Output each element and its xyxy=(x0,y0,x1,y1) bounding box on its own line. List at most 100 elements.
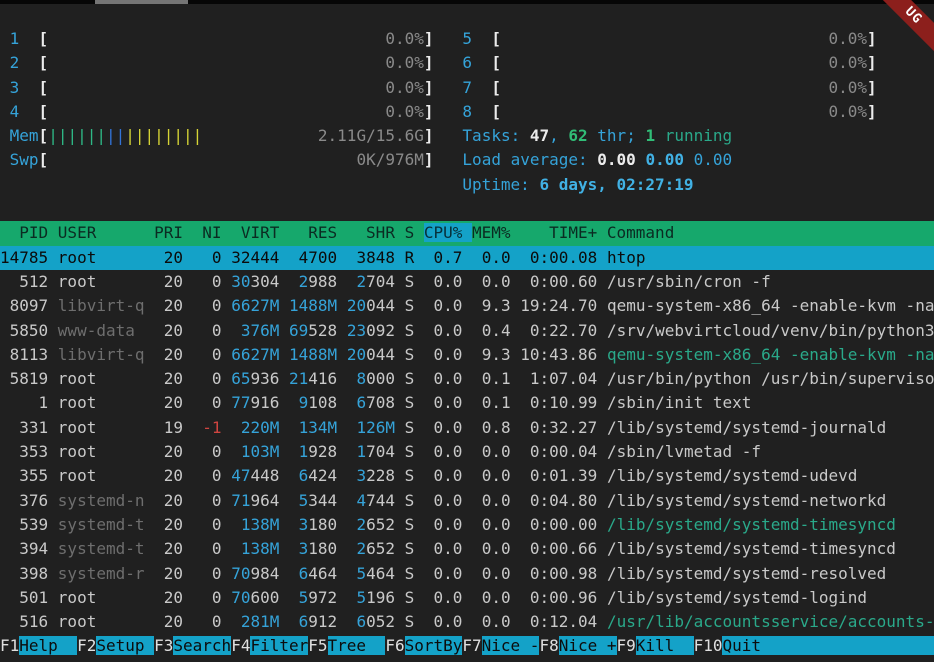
cpu6-label: 6 xyxy=(462,53,472,72)
mem-lo: 964 xyxy=(250,491,279,510)
process-row-8097[interactable]: 8097 libvirt-q 20 0 6627M 1488M 20044 S … xyxy=(0,294,934,318)
fkey-label-kill[interactable]: Kill xyxy=(636,636,694,655)
col-Command[interactable]: Command xyxy=(607,223,674,242)
fkey-label-setup[interactable]: Setup xyxy=(96,636,154,655)
cpu4-label: 4 xyxy=(10,102,20,121)
mem-pct: 0.0 xyxy=(472,442,520,461)
nice: -1 xyxy=(193,418,232,437)
fkey-label-nice-[interactable]: Nice + xyxy=(559,636,617,655)
col-NI[interactable]: NI xyxy=(193,223,232,242)
mem-value: 2.11G/15.6G xyxy=(202,126,424,145)
text xyxy=(279,393,289,412)
cpu1-value: 0.0% xyxy=(48,29,424,48)
pid: 14785 xyxy=(0,248,58,267)
text xyxy=(337,272,347,291)
fkey-label-tree[interactable]: Tree xyxy=(328,636,386,655)
mem-hi: 3 xyxy=(289,515,308,534)
pid: 501 xyxy=(0,588,58,607)
user: root xyxy=(58,248,154,267)
col-SHR[interactable]: SHR xyxy=(347,223,405,242)
process-row-355[interactable]: 355 root 20 0 47448 6424 3228 S 0.0 0.0 … xyxy=(0,464,934,488)
meter-bracket: ] xyxy=(424,150,434,169)
time: 0:10.99 xyxy=(520,393,607,412)
col-MEM[interactable]: MEM% xyxy=(472,223,520,242)
col-PRI[interactable]: PRI xyxy=(154,223,193,242)
fkey-label-search[interactable]: Search xyxy=(173,636,231,655)
col-PID[interactable]: PID xyxy=(0,223,58,242)
text xyxy=(434,53,463,72)
cpu-pct: 0.0 xyxy=(424,272,472,291)
mem-bar-blue: || xyxy=(106,126,125,145)
process-row-516[interactable]: 516 root 20 0 281M 6912 6052 S 0.0 0.0 0… xyxy=(0,610,934,634)
pri: 20 xyxy=(154,612,193,631)
fkey-f3[interactable]: F3 xyxy=(154,636,173,655)
cpu3-value: 0.0% xyxy=(48,78,424,97)
fkey-f10[interactable]: F10 xyxy=(694,636,723,655)
mem-hi: 5 xyxy=(289,588,308,607)
fkey-f7[interactable]: F7 xyxy=(462,636,481,655)
nice: 0 xyxy=(193,612,232,631)
col-CPU[interactable]: CPU% xyxy=(424,223,472,242)
process-row-539[interactable]: 539 systemd-t 20 0 138M 3180 2652 S 0.0 … xyxy=(0,513,934,537)
fkey-label-help[interactable]: Help xyxy=(19,636,77,655)
process-row-376[interactable]: 376 systemd-n 20 0 71964 5344 4744 S 0.0… xyxy=(0,489,934,513)
process-row-5819[interactable]: 5819 root 20 0 65936 21416 8000 S 0.0 0.… xyxy=(0,367,934,391)
col-USER[interactable]: USER xyxy=(58,223,154,242)
process-row-1[interactable]: 1 root 20 0 77916 9108 6708 S 0.0 0.1 0:… xyxy=(0,391,934,415)
process-row-394[interactable]: 394 systemd-t 20 0 138M 3180 2652 S 0.0 … xyxy=(0,537,934,561)
time: 19:24.70 xyxy=(520,296,607,315)
pid: 353 xyxy=(0,442,58,461)
command: htop xyxy=(607,248,646,267)
fkey-f5[interactable]: F5 xyxy=(308,636,327,655)
text xyxy=(0,102,10,121)
fkey-label-sortby[interactable]: SortBy xyxy=(405,636,463,655)
mem-hi: 3 xyxy=(289,539,308,558)
text xyxy=(337,369,347,388)
process-row-512[interactable]: 512 root 20 0 30304 2988 2704 S 0.0 0.0 … xyxy=(0,270,934,294)
pri: 19 xyxy=(154,418,193,437)
text xyxy=(472,102,491,121)
text xyxy=(279,515,289,534)
mem-hi: 6 xyxy=(289,564,308,583)
mem-lo: 092 xyxy=(366,321,395,340)
nice: 0 xyxy=(193,491,232,510)
fkey-f6[interactable]: F6 xyxy=(385,636,404,655)
nice: 0 xyxy=(193,539,232,558)
process-row-353[interactable]: 353 root 20 0 103M 1928 1704 S 0.0 0.0 0… xyxy=(0,440,934,464)
process-row-331[interactable]: 331 root 19 -1 220M 134M 126M S 0.0 0.8 … xyxy=(0,416,934,440)
table-header-row[interactable]: PID USER PRI NI VIRT RES SHR S CPU% MEM%… xyxy=(0,221,934,245)
fkey-f8[interactable]: F8 xyxy=(539,636,558,655)
meter-bracket: [ xyxy=(491,53,501,72)
fkey-f2[interactable]: F2 xyxy=(77,636,96,655)
state: R xyxy=(405,248,424,267)
mem-lo: 912 xyxy=(308,612,337,631)
pri: 20 xyxy=(154,369,193,388)
text xyxy=(395,515,405,534)
text xyxy=(337,442,347,461)
mem-lo: 700 xyxy=(308,248,337,267)
fkey-label-quit[interactable]: Quit xyxy=(722,636,934,655)
fkey-f4[interactable]: F4 xyxy=(231,636,250,655)
mem-lo: 464 xyxy=(366,564,395,583)
text xyxy=(395,321,405,340)
process-row-5850[interactable]: 5850 www-data 20 0 376M 69528 23092 S 0.… xyxy=(0,319,934,343)
col-TIME+[interactable]: TIME+ xyxy=(520,223,607,242)
col-RES[interactable]: RES xyxy=(289,223,347,242)
process-row-398[interactable]: 398 systemd-r 20 0 70984 6464 5464 S 0.0… xyxy=(0,562,934,586)
time: 0:12.04 xyxy=(520,612,607,631)
meter-bracket: ] xyxy=(867,78,877,97)
text xyxy=(337,345,347,364)
mem-lo: 424 xyxy=(308,466,337,485)
fkey-f9[interactable]: F9 xyxy=(617,636,636,655)
fkey-f1[interactable]: F1 xyxy=(0,636,19,655)
fkey-label-filter[interactable]: Filter xyxy=(250,636,308,655)
state: S xyxy=(405,345,424,364)
process-row-8113[interactable]: 8113 libvirt-q 20 0 6627M 1488M 20044 S … xyxy=(0,343,934,367)
process-row-14785[interactable]: 14785 root 20 0 32444 4700 3848 R 0.7 0.… xyxy=(0,246,934,270)
fkey-bar[interactable]: F1Help F2Setup F3SearchF4FilterF5Tree F6… xyxy=(0,634,934,658)
fkey-label-nice-[interactable]: Nice - xyxy=(482,636,540,655)
process-row-501[interactable]: 501 root 20 0 70600 5972 5196 S 0.0 0.0 … xyxy=(0,586,934,610)
col-VIRT[interactable]: VIRT xyxy=(231,223,289,242)
tasks-running-count: 1 xyxy=(645,126,655,145)
col-S[interactable]: S xyxy=(405,223,424,242)
